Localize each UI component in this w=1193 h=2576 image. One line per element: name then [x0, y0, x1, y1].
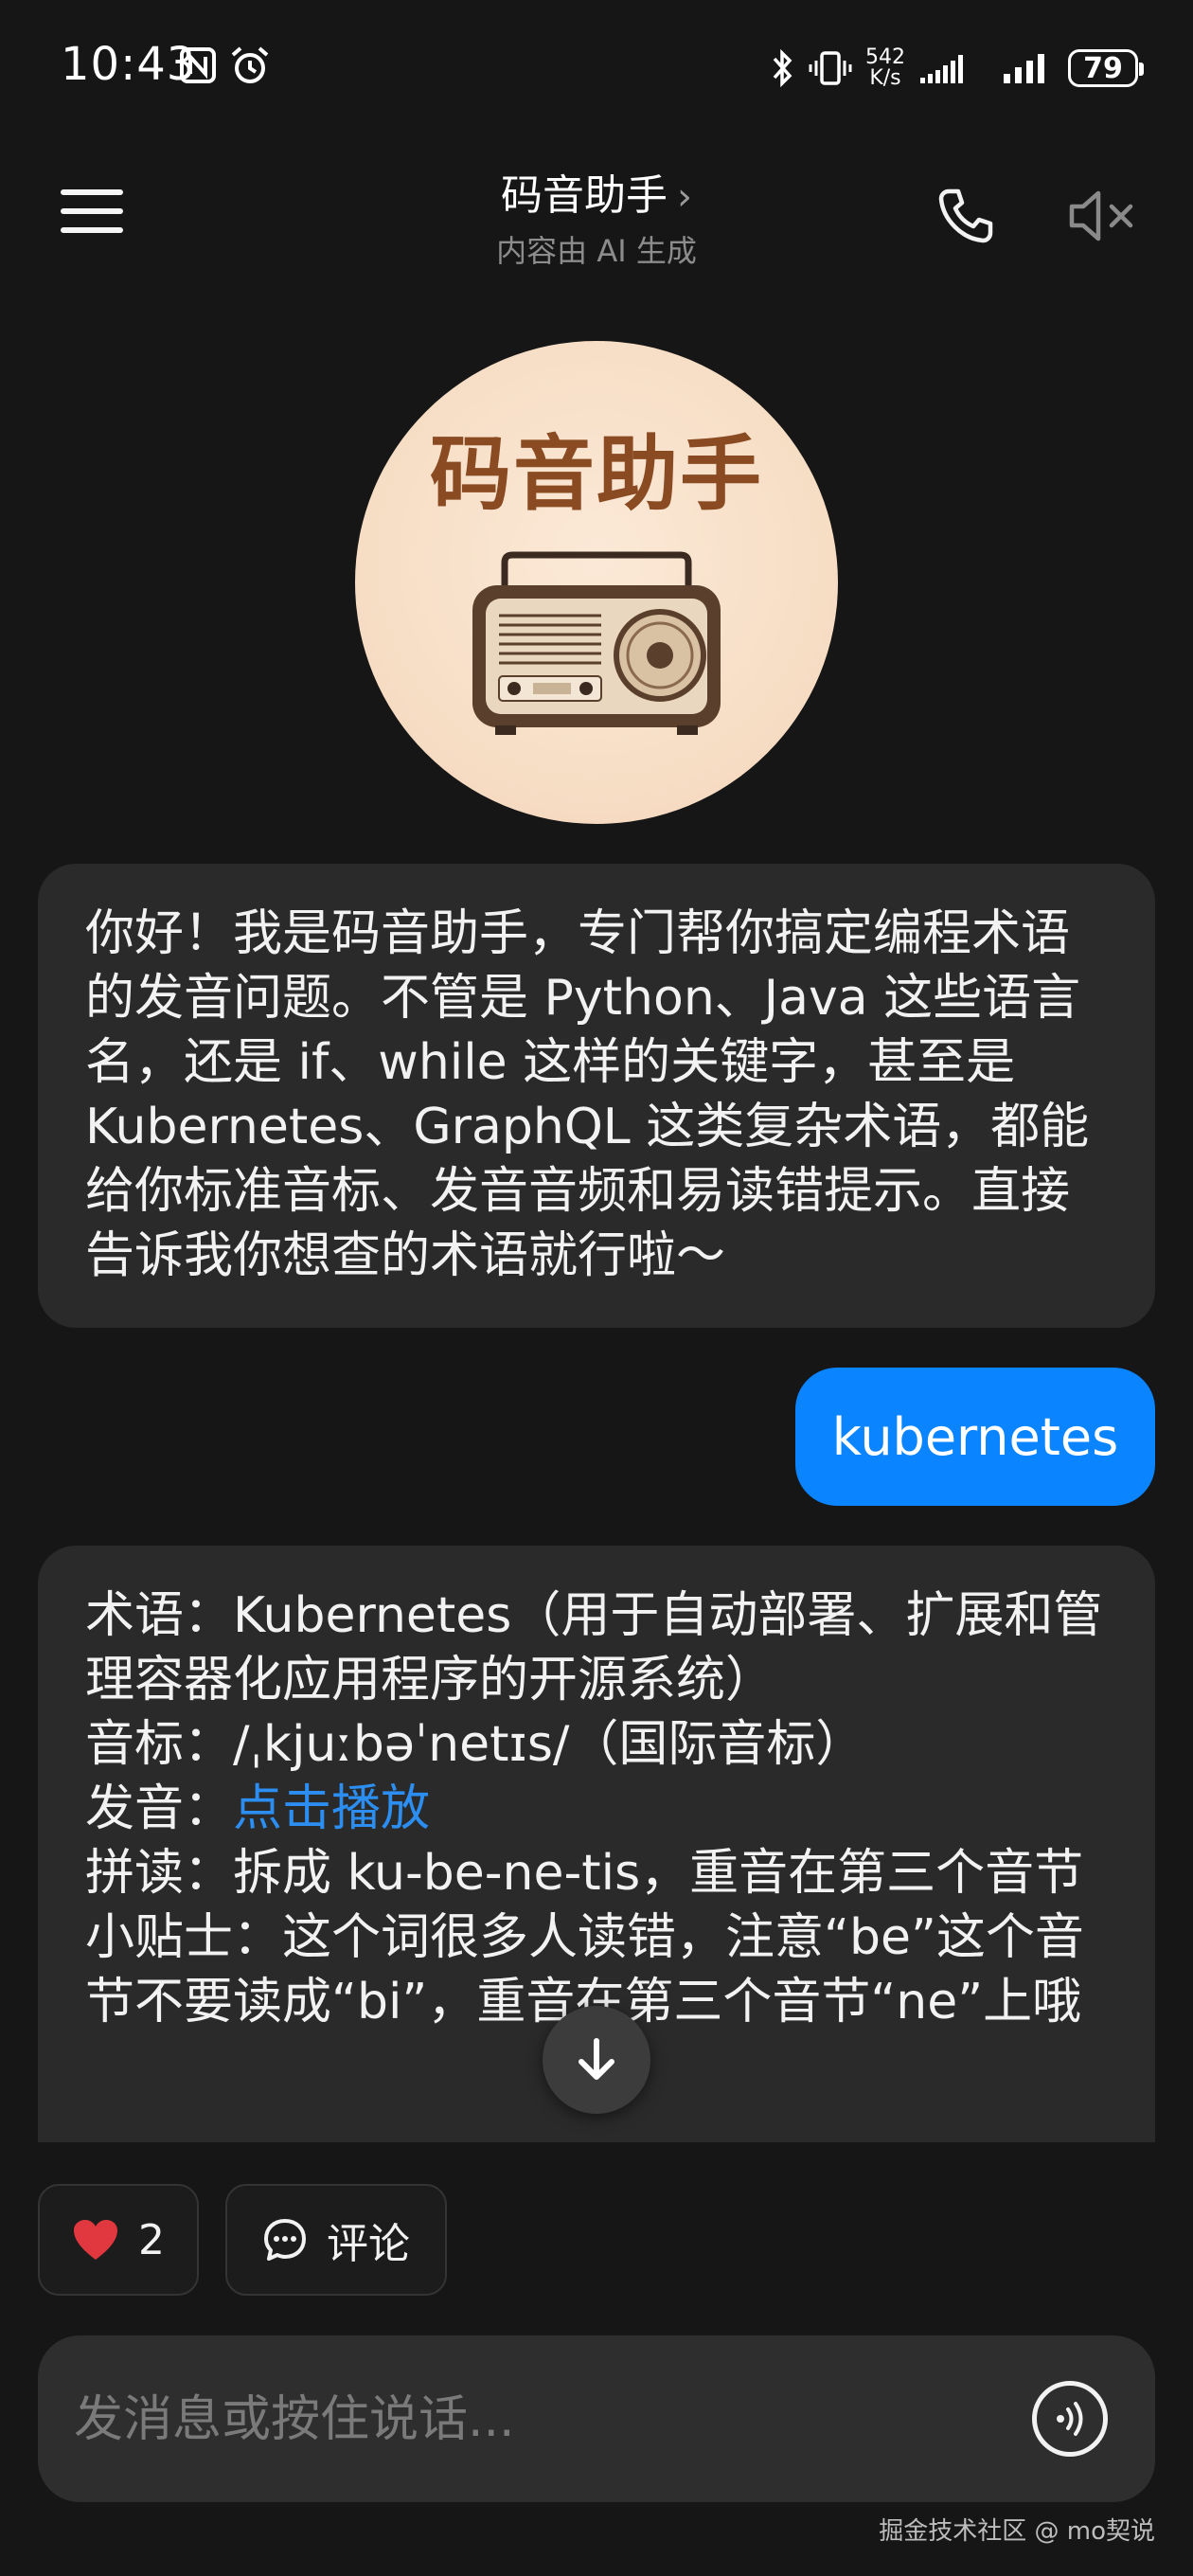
network-speed-unit: K/s — [869, 66, 901, 90]
user-message: kubernetes — [795, 1368, 1155, 1506]
ai-disclaimer: 内容由 AI 生成 — [496, 233, 697, 269]
watermark: 掘金技术社区 @ mo契说 — [879, 2517, 1155, 2546]
answer-syllables: 拼读：拆成 ku-be-ne-tis，重音在第三个音节 — [85, 1841, 1108, 1905]
like-button[interactable]: 2 — [38, 2184, 199, 2296]
comment-button[interactable]: 评论 — [225, 2184, 447, 2296]
battery-indicator: 79 — [1068, 49, 1144, 87]
vibrate-icon — [809, 51, 852, 85]
arrow-down-icon — [579, 2038, 614, 2080]
bot-message-greeting: 你好！我是码音助手，专门帮你搞定编程术语的发音问题。不管是 Python、Jav… — [38, 864, 1155, 1328]
ipa-label: 音标： — [85, 1716, 234, 1773]
comment-label: 评论 — [327, 2220, 410, 2268]
bot-avatar: 码音助手 — [355, 341, 838, 824]
answer-ipa: 音标：/ˌkjuːbəˈnetɪs/（国际音标） — [85, 1712, 1108, 1777]
voice-input-button[interactable] — [1032, 2381, 1108, 2457]
signal-icon — [1004, 54, 1044, 83]
radio-illustration — [472, 551, 721, 735]
signal-icon — [920, 55, 963, 83]
message-input[interactable] — [72, 2335, 1004, 2504]
like-count: 2 — [138, 2215, 165, 2264]
answer-term: 术语：Kubernetes（用于自动部署、扩展和管理容器化应用程序的开源系统） — [85, 1583, 1108, 1712]
avatar-title: 码音助手 — [430, 426, 763, 522]
network-speed-value: 542 — [865, 45, 905, 69]
alarm-icon — [231, 46, 269, 83]
bluetooth-icon — [773, 49, 792, 87]
chat-header: 码音助手 › 内容由 AI 生成 — [0, 152, 1193, 275]
comment-icon — [264, 2219, 306, 2261]
message-text: 你好！我是码音助手，专门帮你搞定编程术语的发音问题。不管是 Python、Jav… — [85, 905, 1090, 1284]
status-bar: 10:43 542 K/s 79 — [0, 0, 1193, 133]
network-speed: 542 K/s — [865, 47, 905, 89]
answer-audio: 发音：点击播放 — [85, 1777, 1108, 1841]
audio-label: 发音： — [85, 1780, 234, 1837]
term-label: 术语： — [85, 1587, 234, 1644]
term-value: Kubernetes（用于自动部署、扩展和管理容器化应用程序的开源系统） — [85, 1587, 1103, 1708]
chevron-right-icon: › — [677, 175, 692, 219]
message-composer — [38, 2335, 1155, 2504]
syllable-value: 拆成 ku-be-ne-tis，重音在第三个音节 — [233, 1845, 1084, 1902]
tip-label: 小贴士： — [85, 1909, 283, 1966]
voice-icon — [1057, 2402, 1083, 2436]
header-title-area[interactable]: 码音助手 › 内容由 AI 生成 — [0, 161, 1193, 271]
speaker-muted-icon[interactable] — [1066, 186, 1138, 246]
status-time: 10:43 — [61, 38, 197, 91]
heart-icon — [74, 2220, 117, 2260]
ipa-value: /ˌkjuːbəˈnetɪs/（国际音标） — [233, 1716, 865, 1773]
syllable-label: 拼读： — [85, 1845, 234, 1902]
scroll-to-bottom-button[interactable] — [543, 2006, 650, 2114]
play-audio-link[interactable]: 点击播放 — [233, 1780, 430, 1837]
nfc-icon — [180, 47, 216, 83]
phone-icon[interactable] — [935, 186, 996, 246]
page-title: 码音助手 — [501, 171, 668, 220]
message-text: kubernetes — [831, 1406, 1119, 1467]
